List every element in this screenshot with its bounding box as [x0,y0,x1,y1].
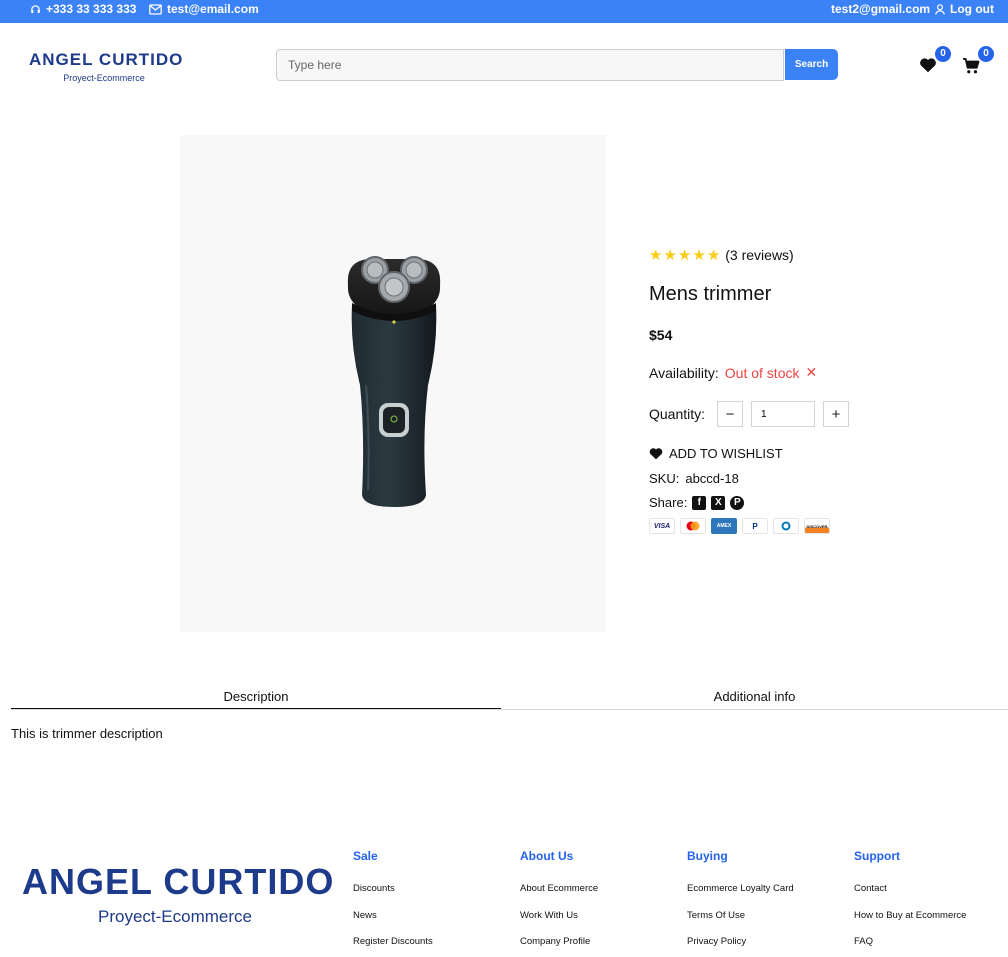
quantity-stepper: Quantity: − + [649,401,849,427]
headset-icon [31,4,40,13]
logout-link[interactable]: Log out [935,2,994,16]
footer-link[interactable]: How to Buy at Ecommerce [854,910,966,937]
cart-button[interactable]: 0 [962,46,994,76]
cart-icon [963,58,980,74]
footer-link[interactable]: Contact [854,883,966,910]
product-tabs: Description Additional info [11,689,1008,710]
footer-link[interactable]: Privacy Policy [687,936,794,957]
footer-heading: Sale [353,849,378,863]
sku: SKU: abccd-18 [649,471,739,486]
footer-brand-name: ANGEL CURTIDO [22,861,335,902]
share-label: Share: [649,495,688,510]
visa-icon: VISA [649,518,675,534]
user-icon [935,3,945,15]
tab-description[interactable]: Description [11,689,501,709]
mastercard-icon [680,518,706,534]
footer-link[interactable]: Company Profile [520,936,598,957]
sku-label: SKU: [649,471,680,486]
review-count: (3 reviews) [725,247,794,263]
quantity-input[interactable] [751,401,815,427]
tab-additional-info[interactable]: Additional info [501,689,1008,709]
wishlist-label: ADD TO WISHLIST [669,446,783,461]
footer-link[interactable]: About Ecommerce [520,883,598,910]
payment-methods: VISA AMEX P DISCOVER [649,518,830,534]
phone-contact[interactable]: +333 33 333 333 [30,2,136,16]
wishlist-button[interactable]: 0 [919,46,951,76]
minus-icon: − [725,405,735,423]
footer-heading: About Us [520,849,574,863]
availability: Availability: Out of stock ✕ [649,364,817,381]
footer-column-buying: Buying Ecommerce Loyalty Card Terms Of U… [687,849,794,957]
footer-link[interactable]: Discounts [353,883,433,910]
close-icon: ✕ [805,364,818,380]
phone-number: +333 33 333 333 [46,2,137,16]
paypal-icon: P [742,518,768,534]
discover-label: DISCOVER [806,523,828,529]
visa-label: VISA [653,522,671,530]
plus-icon: + [831,405,841,423]
footer-heading: Support [854,849,900,863]
brand-subtitle: Proyect-Ecommerce [63,73,145,83]
email-address: test@email.com [167,2,259,16]
availability-status: Out of stock [724,364,800,381]
share-row: Share: f X P [649,495,745,510]
heart-icon [649,448,663,460]
trimmer-product-photo [347,256,441,507]
quantity-label: Quantity: [649,406,706,422]
footer-link[interactable]: News [353,910,433,937]
top-bar: +333 33 333 333 test@email.com test2@gma… [0,0,1008,23]
diners-icon [773,518,799,534]
amex-icon: AMEX [711,518,737,534]
product-price: $54 [649,327,673,343]
footer-link[interactable]: FAQ [854,936,966,957]
footer-heading: Buying [687,849,728,863]
footer-column-sale: Sale Discounts News Register Discounts [353,849,433,957]
decrease-quantity-button[interactable]: − [717,401,743,427]
user-email[interactable]: test2@gmail.com [831,2,930,16]
increase-quantity-button[interactable]: + [823,401,849,427]
availability-label: Availability: [649,364,719,381]
user-email-text: test2@gmail.com [831,2,931,16]
footer-logo[interactable]: ANGEL CURTIDO Proyect-Ecommerce [22,861,335,927]
star-icon: ★ [663,247,677,264]
footer-link[interactable]: Ecommerce Loyalty Card [687,883,794,910]
search-input[interactable] [276,49,785,81]
search-bar: Search [276,49,838,81]
amex-label: AMEX [716,523,732,529]
mail-icon [149,3,162,15]
header-logo[interactable]: ANGEL CURTIDO Proyect-Ecommerce [29,50,184,83]
description-text: This is trimmer description [11,726,163,741]
footer-link[interactable]: Work With Us [520,910,598,937]
footer-column-about-us: About Us About Ecommerce Work With Us Co… [520,849,598,957]
logout-label: Log out [950,2,994,16]
product-rating[interactable]: ★ ★ ★ ★ ★ (3 reviews) [649,246,794,264]
footer-brand-subtitle: Proyect-Ecommerce [98,907,252,926]
add-to-wishlist-button[interactable]: ADD TO WISHLIST [649,446,783,461]
email-contact[interactable]: test@email.com [149,2,259,16]
footer-column-support: Support Contact How to Buy at Ecommerce … [854,849,966,957]
search-button[interactable]: Search [785,49,838,80]
wishlist-count-badge: 0 [935,46,951,62]
facebook-icon[interactable]: f [692,495,707,510]
product-image[interactable] [180,135,606,632]
cart-count-badge: 0 [978,46,994,62]
star-icon: ★ [677,247,692,264]
brand-name: ANGEL CURTIDO [29,50,184,69]
star-icon: ★ [692,247,706,264]
heart-icon [920,58,936,73]
discover-icon: DISCOVER [804,518,830,534]
sku-value: abccd-18 [685,471,739,486]
footer-link[interactable]: Terms Of Use [687,910,794,937]
x-icon[interactable]: X [711,495,726,510]
pinterest-icon[interactable]: P [730,495,745,510]
footer-link[interactable]: Register Discounts [353,936,433,957]
star-icon: ★ [706,247,721,264]
product-title: Mens trimmer [649,283,772,305]
star-icon: ★ [649,247,663,264]
